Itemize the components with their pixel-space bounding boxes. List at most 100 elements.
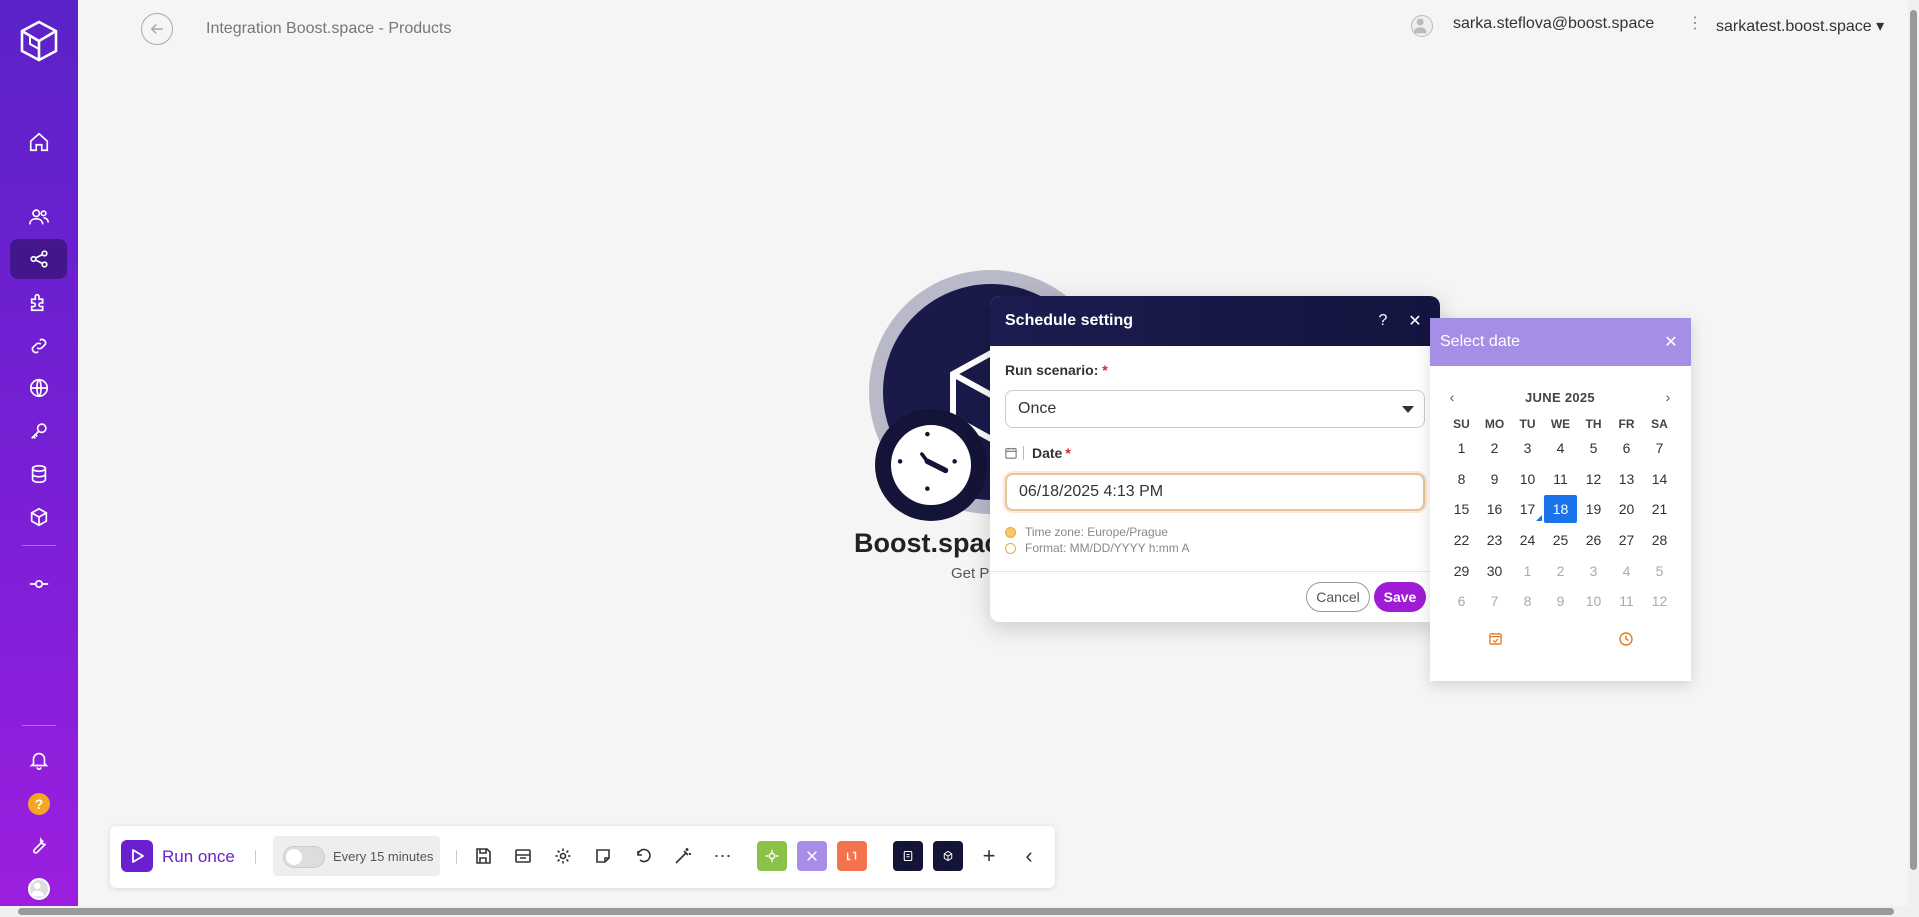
calendar-day[interactable]: 17 — [1511, 495, 1544, 523]
calendar-day[interactable]: 13 — [1610, 465, 1643, 493]
calendar-day[interactable]: 11 — [1610, 587, 1643, 615]
calendar-day[interactable]: 9 — [1478, 465, 1511, 493]
schedule-clock-icon[interactable] — [875, 409, 987, 521]
calendar-day[interactable]: 12 — [1577, 465, 1610, 493]
calendar-day-selected[interactable]: 18 — [1544, 495, 1577, 524]
calendar-day[interactable]: 5 — [1577, 434, 1610, 462]
sidebar-divider — [22, 545, 56, 546]
calendar-day[interactable]: 19 — [1577, 495, 1610, 523]
home-icon[interactable] — [25, 128, 53, 156]
calendar-day[interactable]: 4 — [1544, 434, 1577, 462]
app-badge-navy-1[interactable] — [893, 841, 923, 871]
devices-icon[interactable] — [25, 570, 53, 598]
calendar-day[interactable]: 28 — [1643, 526, 1676, 554]
cancel-button[interactable]: Cancel — [1306, 582, 1370, 612]
calendar-day[interactable]: 20 — [1610, 495, 1643, 523]
user-email[interactable]: sarka.steflova@boost.space — [1453, 15, 1654, 33]
calendar-day[interactable]: 15 — [1445, 495, 1478, 523]
calendar-day[interactable]: 16 — [1478, 495, 1511, 523]
calendar-day[interactable]: 29 — [1445, 557, 1478, 585]
next-month-button[interactable]: › — [1660, 389, 1676, 405]
datastores-icon[interactable] — [25, 460, 53, 488]
org-switcher[interactable]: sarkatest.boost.space ▾ — [1716, 16, 1884, 36]
help-icon[interactable]: ? — [28, 793, 50, 815]
calendar-day[interactable]: 8 — [1511, 587, 1544, 615]
time-picker-icon[interactable] — [1618, 632, 1633, 652]
scheduling-icon[interactable] — [510, 843, 536, 869]
prev-month-button[interactable]: ‹ — [1444, 389, 1460, 405]
calendar-day[interactable]: 22 — [1445, 526, 1478, 554]
settings-gear-icon[interactable] — [550, 843, 576, 869]
app-badge-orange[interactable] — [837, 841, 867, 871]
wrench-icon[interactable] — [25, 831, 53, 859]
vertical-scrollbar[interactable] — [1908, 0, 1919, 906]
calendar-day[interactable]: 5 — [1643, 557, 1676, 585]
app-badge-navy-2[interactable] — [933, 841, 963, 871]
run-once-button[interactable] — [121, 840, 153, 872]
calendar-day[interactable]: 25 — [1544, 526, 1577, 554]
calendar-day[interactable]: 26 — [1577, 526, 1610, 554]
schedule-toggle[interactable] — [283, 846, 325, 868]
run-scenario-select[interactable]: Once — [1005, 390, 1425, 428]
calendar-day[interactable]: 3 — [1511, 434, 1544, 462]
calendar-check-icon[interactable] — [1488, 632, 1502, 652]
calendar-day[interactable]: 14 — [1643, 465, 1676, 493]
calendar-day[interactable]: 6 — [1445, 587, 1478, 615]
close-icon[interactable]: ✕ — [1405, 311, 1425, 331]
horizontal-scrollbar-thumb[interactable] — [18, 908, 1894, 915]
calendar-day[interactable]: 21 — [1643, 495, 1676, 523]
run-once-label[interactable]: Run once — [162, 847, 235, 867]
notes-icon[interactable] — [590, 843, 616, 869]
calendar-day[interactable]: 7 — [1478, 587, 1511, 615]
users-icon[interactable] — [25, 203, 53, 231]
undo-icon[interactable] — [630, 843, 656, 869]
keys-icon[interactable] — [25, 417, 53, 445]
schedule-label[interactable]: Every 15 minutes — [333, 849, 433, 864]
more-options-icon[interactable]: ⋯ — [710, 843, 736, 869]
calendar-day[interactable]: 1 — [1445, 434, 1478, 462]
save-button[interactable]: Save — [1374, 582, 1426, 612]
calendar-day[interactable]: 1 — [1511, 557, 1544, 585]
module-title: Boost.space — [854, 528, 994, 558]
calendar-day[interactable]: 24 — [1511, 526, 1544, 554]
apps-icon[interactable] — [25, 288, 53, 316]
vertical-scrollbar-thumb[interactable] — [1910, 10, 1917, 870]
notifications-icon[interactable] — [25, 746, 53, 774]
add-icon[interactable]: + — [976, 843, 1002, 869]
calendar-day[interactable]: 23 — [1478, 526, 1511, 554]
back-button[interactable] — [141, 13, 173, 45]
app-badge-purple[interactable] — [797, 841, 827, 871]
webhooks-icon[interactable] — [25, 374, 53, 402]
profile-avatar[interactable] — [28, 878, 50, 900]
help-icon[interactable]: ? — [1373, 312, 1393, 330]
date-input[interactable]: 06/18/2025 4:13 PM — [1005, 473, 1425, 511]
calendar-day[interactable]: 8 — [1445, 465, 1478, 493]
calendar-day[interactable]: 4 — [1610, 557, 1643, 585]
calendar-day[interactable]: 27 — [1610, 526, 1643, 554]
calendar-day[interactable]: 11 — [1544, 465, 1577, 493]
calendar-day[interactable]: 9 — [1544, 587, 1577, 615]
calendar-day[interactable]: 6 — [1610, 434, 1643, 462]
current-month[interactable]: JUNE 2025 — [1525, 390, 1595, 405]
data-structures-icon[interactable] — [25, 503, 53, 531]
calendar-day[interactable]: 30 — [1478, 557, 1511, 585]
calendar-day[interactable]: 3 — [1577, 557, 1610, 585]
calendar-day[interactable]: 2 — [1544, 557, 1577, 585]
save-icon[interactable] — [470, 843, 496, 869]
calendar-day[interactable]: 7 — [1643, 434, 1676, 462]
app-badge-green[interactable] — [757, 841, 787, 871]
user-avatar-icon[interactable] — [1411, 15, 1433, 37]
magic-wand-icon[interactable] — [670, 843, 696, 869]
kebab-menu-icon[interactable]: ⋮ — [1687, 13, 1703, 35]
calendar-day[interactable]: 10 — [1511, 465, 1544, 493]
scenarios-icon[interactable] — [25, 245, 53, 273]
weekday-label: FR — [1618, 417, 1635, 431]
horizontal-scrollbar[interactable] — [0, 906, 1919, 917]
collapse-toolbar-icon[interactable]: ‹ — [1016, 843, 1042, 869]
calendar-day[interactable]: 12 — [1643, 587, 1676, 615]
close-icon[interactable]: ✕ — [1661, 332, 1681, 352]
connections-icon[interactable] — [25, 332, 53, 360]
calendar-day[interactable]: 2 — [1478, 434, 1511, 462]
calendar-day[interactable]: 10 — [1577, 587, 1610, 615]
boost-space-logo[interactable] — [19, 20, 59, 62]
